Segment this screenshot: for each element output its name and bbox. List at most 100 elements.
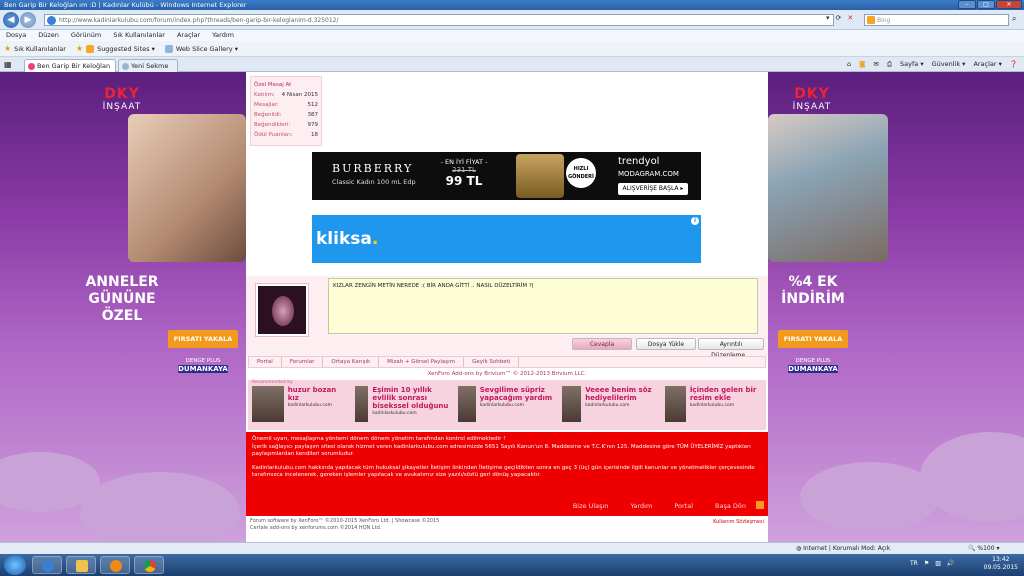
forward-button[interactable]: ▶ [20, 12, 36, 28]
shop-now-button[interactable]: ALIŞVERİŞE BAŞLA ▸ [618, 183, 688, 195]
ad-photo-baby [128, 114, 246, 262]
user-stat-row: Beğenildi: 387 [254, 112, 318, 118]
refresh-icon[interactable]: ⟳ [836, 14, 842, 22]
user-info-panel: Özel Mesaj At Katılım: 4 Nisan 2015 Mesaj… [250, 76, 322, 146]
bing-icon [867, 16, 875, 24]
clock[interactable]: 13:42 09.05.2015 [984, 556, 1018, 572]
title-bar: Ben Garip Bir Keloğlan ım :D | Kadınlar … [0, 0, 1024, 10]
breadcrumb-item[interactable]: Portal [249, 357, 282, 367]
menu-edit[interactable]: Düzen [38, 30, 59, 41]
zoom-level[interactable]: 🔍 %100 ▾ [968, 543, 999, 554]
menu-view[interactable]: Görünüm [71, 30, 101, 41]
dropdown-icon[interactable]: ▾ [826, 14, 830, 22]
tab-new[interactable]: Yeni Sekme [118, 59, 178, 72]
status-bar: ◍ Internet | Korumalı Mod: Açık 🔍 %100 ▾ [0, 542, 1024, 554]
user-stat-row: Beğendikleri: 979 [254, 122, 318, 128]
web-slice-icon [164, 44, 173, 53]
taskbar-media-player[interactable] [100, 556, 130, 574]
suggested-sites-button[interactable]: ★ Suggested Sites ▾ [76, 44, 155, 53]
terms-link[interactable]: Kullanım Sözleşmesi [713, 519, 764, 525]
reply-button[interactable]: Cevapla [572, 338, 632, 350]
left-side-ad[interactable]: DKY İNŞAAT ANNELER GÜNÜNE ÖZEL FIRSATI Y… [0, 72, 246, 542]
search-icon[interactable]: ⌕ [1012, 14, 1016, 24]
recommended-item[interactable]: huzur bozan kız kadinlarkulubu.com [252, 386, 349, 426]
breadcrumb-item[interactable]: Forumlar [282, 357, 324, 367]
new-tab-icon [122, 63, 129, 70]
star-icon: ★ [4, 44, 12, 53]
tab-bar: ▦ Ben Garip Bir Keloğlan ı... Yeni Sekme… [0, 57, 1024, 82]
ie-page-icon [47, 16, 56, 25]
ad-info-icon[interactable]: i [691, 217, 699, 225]
user-stat-row: Mesajlar: 512 [254, 102, 318, 108]
ad-cta-button[interactable]: FIRSATI YAKALA [168, 330, 238, 348]
help-link[interactable]: Yardım [630, 496, 652, 516]
kliksa-banner-ad[interactable]: kliksa. i [312, 215, 701, 263]
addon-credit-link[interactable]: XenForo Add-ons by Brivium™ © 2012-2013 … [246, 371, 768, 377]
tab-forum[interactable]: Ben Garip Bir Keloğlan ı... [24, 59, 116, 82]
recommended-item[interactable]: Veeee benim söz hediyelilerim kadinlarkul… [561, 386, 659, 426]
private-message-link[interactable]: Özel Mesaj At [254, 80, 318, 90]
web-page: DKY İNŞAAT ANNELER GÜNÜNE ÖZEL FIRSATI Y… [0, 72, 1024, 542]
search-input[interactable]: Bing [864, 14, 1009, 26]
taskbar-chrome[interactable] [134, 556, 164, 574]
footer-links: Bize Ulaşın Yardım Portal Başa Dön [246, 496, 768, 516]
breadcrumb-item[interactable]: Geyik Sohbeti [464, 357, 520, 367]
right-side-ad[interactable]: DKY İNŞAAT %4 EK İNDİRİM FIRSATI YAKALA … [768, 72, 1024, 542]
start-button[interactable] [4, 555, 26, 575]
ad-headline: ANNELER GÜNÜNE ÖZEL [85, 274, 159, 324]
volume-icon[interactable]: 🔊 [947, 560, 954, 567]
url-input[interactable]: http://www.kadinlarkulubu.com/forum/inde… [44, 14, 834, 26]
flag-icon[interactable]: ⚑ [924, 560, 929, 567]
safety-menu[interactable]: Güvenlik ▾ [932, 59, 966, 70]
perfume-bottle-image [516, 154, 564, 198]
back-button[interactable]: ◀ [3, 12, 19, 28]
taskbar-explorer[interactable] [66, 556, 96, 574]
network-icon[interactable]: ▥ [935, 560, 941, 567]
mail-icon[interactable]: ✉ [873, 59, 878, 70]
upload-file-button[interactable]: Dosya Yükle [636, 338, 696, 350]
reply-editor[interactable]: KIZLAR ZENGİN METİN NEREDE :( BİR ANDA G… [328, 278, 758, 334]
print-icon[interactable]: ⎙ [887, 59, 892, 70]
menu-file[interactable]: Dosya [6, 30, 26, 41]
security-zone[interactable]: ◍ Internet | Korumalı Mod: Açık [796, 543, 890, 554]
burberry-banner-ad[interactable]: BURBERRY Classic Kadın 100 mL Edp - EN İ… [312, 152, 701, 200]
page-menu[interactable]: Sayfa ▾ [900, 59, 924, 70]
menu-tools[interactable]: Araçlar [177, 30, 200, 41]
minimize-button[interactable]: – [958, 0, 976, 9]
recommended-item[interactable]: Eşimin 10 yıllık evlilik sonrası bisekss… [355, 386, 452, 426]
quick-tabs-icon[interactable]: ▦ [4, 60, 12, 69]
breadcrumb-item[interactable]: Ortaya Karışık [323, 357, 380, 367]
quick-reply-area: KIZLAR ZENGİN METİN NEREDE :( BİR ANDA G… [246, 276, 768, 359]
dky-logo: DKY İNŞAAT [102, 86, 142, 112]
menu-favorites[interactable]: Sık Kullanılanlar [113, 30, 165, 41]
help-icon[interactable]: ❓ [1010, 59, 1018, 70]
close-button[interactable]: ✕ [996, 0, 1022, 9]
advanced-edit-button[interactable]: Ayrıntılı Düzenleme... [698, 338, 764, 359]
recommended-item[interactable]: Sevgilime süpriz yapacağım yardım kadinla… [458, 386, 555, 426]
ad-brand: DENGE PLUS DUMANKAYA [788, 358, 838, 373]
feeds-icon[interactable]: ◙ [859, 59, 865, 70]
home-icon[interactable]: ⌂ [847, 59, 851, 70]
ad-cta-button[interactable]: FIRSATI YAKALA [778, 330, 848, 348]
tools-menu[interactable]: Araçlar ▾ [973, 59, 1001, 70]
menu-bar: Dosya Düzen Görünüm Sık Kullanılanlar Ar… [0, 30, 1024, 41]
web-slice-button[interactable]: Web Slice Gallery ▾ [164, 44, 238, 53]
rss-icon[interactable] [756, 501, 764, 509]
portal-link[interactable]: Portal [674, 496, 693, 516]
favorites-button[interactable]: ★ Sık Kullanılanlar [4, 44, 66, 53]
maximize-button[interactable]: □ [977, 0, 995, 9]
forum-content: Özel Mesaj At Katılım: 4 Nisan 2015 Mesaj… [246, 72, 768, 542]
user-stat-row: Katılım: 4 Nisan 2015 [254, 92, 318, 98]
back-to-top-link[interactable]: Başa Dön [715, 496, 746, 516]
recommended-item[interactable]: İçinden gelen bir resim ekle kadinlarkulu… [664, 386, 762, 426]
legal-warning: Önemli uyarı, mesajlaşma yöntemi dönem d… [246, 432, 768, 502]
contact-link[interactable]: Bize Ulaşın [573, 496, 609, 516]
site-favicon-icon [28, 63, 35, 70]
copyright: Forum software by XenForo™ ©2010-2015 Xe… [250, 518, 440, 531]
breadcrumb-item[interactable]: Mizah + Görsel Paylaşım [379, 357, 465, 367]
fast-delivery-badge: HIZLI GÖNDERİ [566, 158, 596, 188]
taskbar-ie[interactable] [32, 556, 62, 574]
language-indicator[interactable]: TR [910, 560, 918, 567]
stop-icon[interactable]: ✕ [847, 14, 853, 22]
menu-help[interactable]: Yardım [212, 30, 234, 41]
